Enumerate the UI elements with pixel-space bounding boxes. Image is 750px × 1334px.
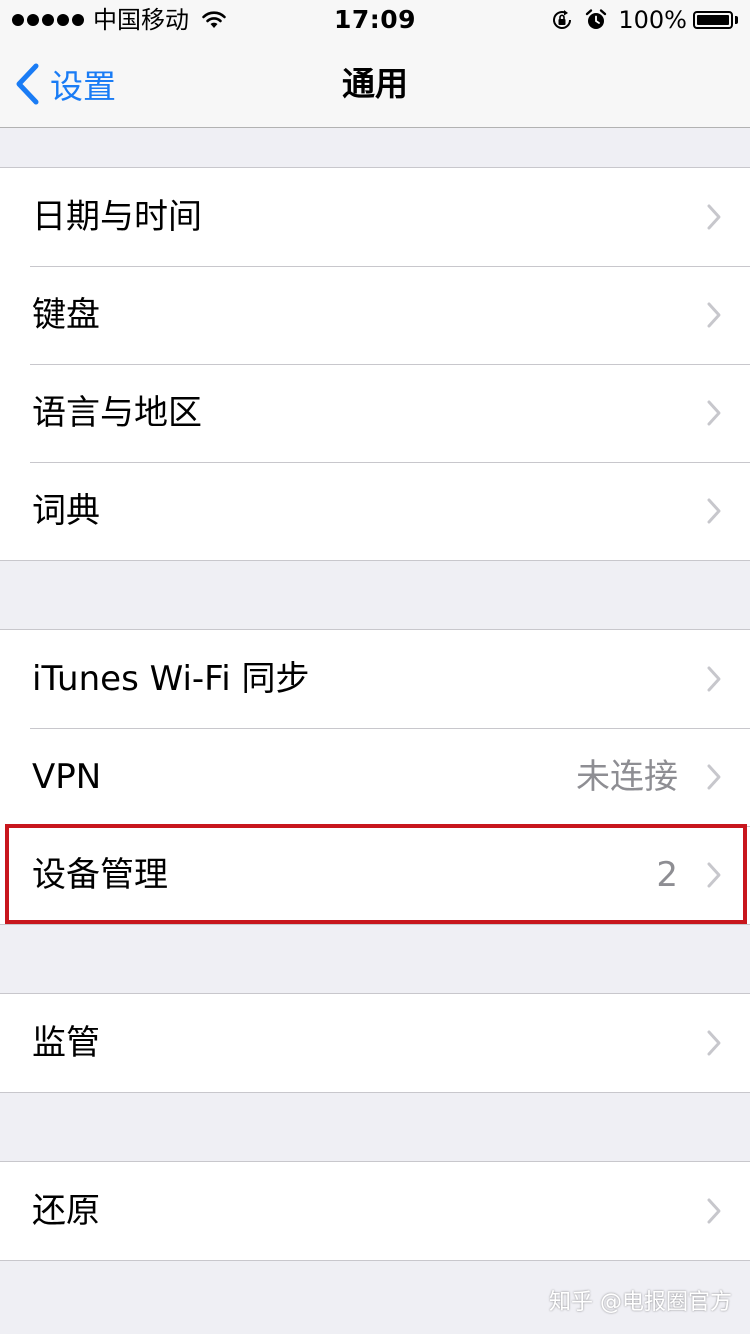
chevron-right-icon: [707, 666, 721, 692]
row-label: 还原: [32, 1191, 100, 1231]
row-reset[interactable]: 还原: [0, 1162, 750, 1260]
row-label: 监管: [32, 1023, 100, 1063]
alarm-icon: [584, 8, 608, 32]
chevron-right-icon: [707, 302, 721, 328]
chevron-right-icon: [707, 400, 721, 426]
row-label: 键盘: [32, 295, 100, 335]
row-device-management[interactable]: 设备管理 2: [0, 826, 750, 924]
chevron-right-icon: [707, 1030, 721, 1056]
status-bar: 中国移动 17:09 100%: [0, 0, 750, 40]
chevron-right-icon: [707, 764, 721, 790]
chevron-right-icon: [707, 498, 721, 524]
settings-group-reset: 还原: [0, 1161, 750, 1261]
row-value: 未连接: [576, 757, 678, 797]
battery-icon: [693, 11, 733, 29]
row-label: 日期与时间: [32, 197, 202, 237]
row-label: iTunes Wi-Fi 同步: [32, 659, 310, 699]
watermark: 知乎 @电报圈官方: [549, 1290, 732, 1315]
row-label: VPN: [32, 757, 102, 797]
settings-group-general: 日期与时间 键盘 语言与地区 词典: [0, 167, 750, 561]
navigation-bar: 设置 通用: [0, 40, 750, 128]
row-value: 2: [656, 855, 678, 895]
row-language-region[interactable]: 语言与地区: [0, 364, 750, 462]
row-keyboard[interactable]: 键盘: [0, 266, 750, 364]
row-label: 语言与地区: [32, 393, 202, 433]
row-dictionary[interactable]: 词典: [0, 462, 750, 560]
row-label: 词典: [32, 491, 100, 531]
battery-percent: 100%: [618, 6, 687, 34]
row-itunes-wifi-sync[interactable]: iTunes Wi-Fi 同步: [0, 630, 750, 728]
row-date-time[interactable]: 日期与时间: [0, 168, 750, 266]
settings-group-sync: iTunes Wi-Fi 同步 VPN 未连接 设备管理 2: [0, 629, 750, 925]
orientation-lock-icon: [550, 8, 574, 32]
page-title: 通用: [342, 64, 408, 103]
chevron-right-icon: [707, 862, 721, 888]
row-vpn[interactable]: VPN 未连接: [0, 728, 750, 826]
chevron-right-icon: [707, 1198, 721, 1224]
battery-cap: [735, 16, 738, 24]
row-supervision[interactable]: 监管: [0, 994, 750, 1092]
row-label: 设备管理: [32, 855, 168, 895]
chevron-right-icon: [707, 204, 721, 230]
status-right: 100%: [550, 0, 738, 40]
settings-group-supervision: 监管: [0, 993, 750, 1093]
